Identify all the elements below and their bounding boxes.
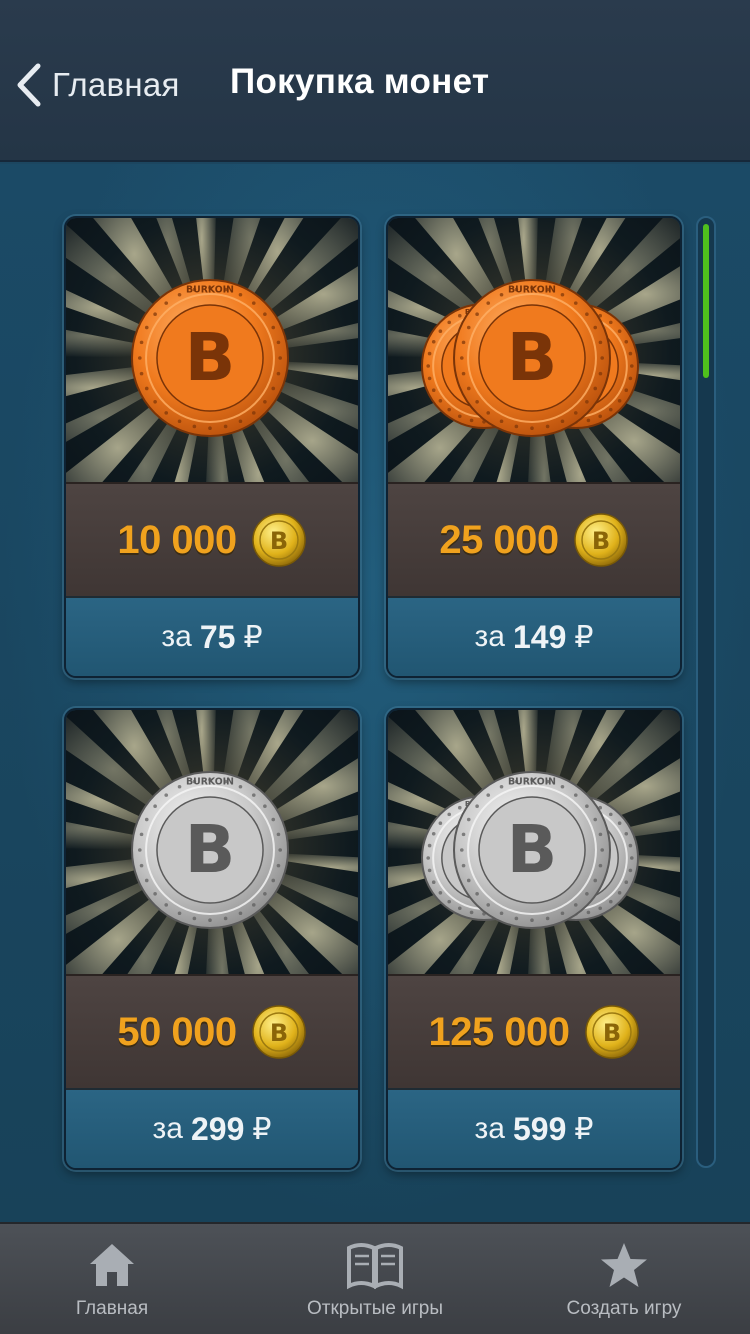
coin-amount-bar: 50 000 B	[66, 974, 358, 1090]
price-value: 299	[190, 1110, 245, 1147]
price-prefix: за	[474, 1112, 505, 1145]
coin-package-card[interactable]: B BURKOIN 50 000 B за 299 ₽	[64, 708, 360, 1170]
back-label: Главная	[52, 66, 180, 103]
svg-text:B: B	[270, 527, 288, 555]
svg-text:BURKOIN: BURKOIN	[186, 776, 234, 787]
svg-text:B: B	[270, 1019, 288, 1047]
coin-amount-bar: 10 000 B	[66, 482, 358, 598]
price-value: 149	[512, 618, 567, 655]
coin-amount: 125 000	[428, 1009, 570, 1054]
price-prefix: за	[152, 1112, 183, 1145]
price-button[interactable]: за 599 ₽	[388, 1090, 680, 1168]
chevron-left-icon	[17, 63, 41, 107]
tab-open-games[interactable]: Открытые игры	[295, 1224, 455, 1334]
coin-package-image: BBURKOINBBURKOINBBURKOIN	[388, 218, 680, 482]
svg-text:BURKOIN: BURKOIN	[508, 284, 556, 295]
scrollbar[interactable]	[696, 216, 716, 1168]
coin-amount: 50 000	[117, 1009, 237, 1054]
tab-create-game[interactable]: Создать игру	[552, 1224, 696, 1334]
coin-package-card[interactable]: BBURKOINBBURKOINBBURKOIN 125 000 B за 59…	[386, 708, 682, 1170]
bronze-coins-icon: BBURKOINBBURKOINBBURKOIN	[421, 279, 639, 437]
coin-amount: 25 000	[439, 517, 559, 562]
gold-coin-icon: B	[584, 1005, 639, 1059]
page-title: Покупка монет	[230, 62, 490, 101]
scrollbar-thumb[interactable]	[703, 224, 709, 378]
currency-symbol: ₽	[243, 620, 263, 654]
bronze-coin-icon: B BURKOIN	[131, 279, 289, 437]
tab-label: Создать игру	[566, 1298, 682, 1319]
gold-coin-icon: B	[573, 513, 628, 567]
coin-package-image: B BURKOIN	[66, 710, 358, 974]
book-icon	[347, 1243, 403, 1290]
svg-text:BURKOIN: BURKOIN	[508, 776, 556, 787]
coin-package-image: B BURKOIN	[66, 218, 358, 482]
tab-label: Открытые игры	[307, 1298, 443, 1319]
silver-coin-icon: B BURKOIN	[131, 771, 289, 929]
tab-label: Главная	[75, 1298, 149, 1319]
nav-header: Главная Покупка монет	[0, 0, 750, 162]
currency-symbol: ₽	[252, 1112, 272, 1146]
gold-coin-icon: B	[251, 513, 306, 567]
price-prefix: за	[161, 620, 192, 653]
gold-coin-icon: B	[251, 1005, 306, 1059]
back-button[interactable]: Главная	[14, 60, 180, 110]
silver-coins-icon: BBURKOINBBURKOINBBURKOIN	[421, 771, 639, 929]
coin-amount-bar: 25 000 B	[388, 482, 680, 598]
svg-text:B: B	[507, 810, 558, 888]
price-button[interactable]: за 75 ₽	[66, 598, 358, 676]
svg-text:BURKOIN: BURKOIN	[186, 284, 234, 295]
home-icon	[90, 1244, 134, 1286]
svg-text:B: B	[185, 318, 236, 396]
coin-amount-bar: 125 000 B	[388, 974, 680, 1090]
currency-symbol: ₽	[574, 620, 594, 654]
price-value: 599	[512, 1110, 567, 1147]
coin-package-card[interactable]: B BURKOIN 10 000 B за 75 ₽	[64, 216, 360, 678]
price-prefix: за	[474, 620, 505, 653]
coin-amount: 10 000	[117, 517, 237, 562]
svg-text:B: B	[507, 318, 558, 396]
svg-text:B: B	[602, 1019, 620, 1047]
currency-symbol: ₽	[574, 1112, 594, 1146]
price-value: 75	[199, 618, 236, 655]
tab-home[interactable]: Главная	[52, 1224, 172, 1334]
svg-text:B: B	[592, 527, 610, 555]
star-icon	[601, 1243, 647, 1287]
price-button[interactable]: за 149 ₽	[388, 598, 680, 676]
coin-package-image: BBURKOINBBURKOINBBURKOIN	[388, 710, 680, 974]
price-button[interactable]: за 299 ₽	[66, 1090, 358, 1168]
svg-text:B: B	[185, 810, 236, 888]
coin-package-card[interactable]: BBURKOINBBURKOINBBURKOIN 25 000 B за 149…	[386, 216, 682, 678]
tab-bar: Главная Открытые игры Создать игру	[0, 1222, 750, 1334]
